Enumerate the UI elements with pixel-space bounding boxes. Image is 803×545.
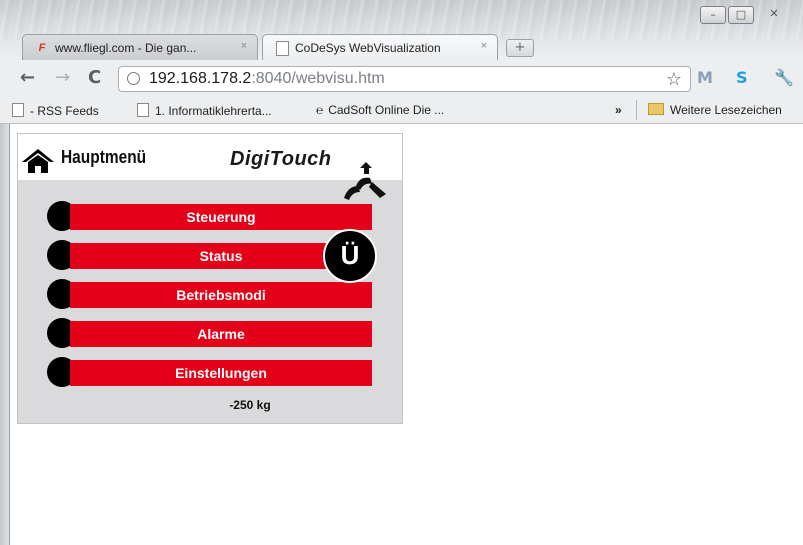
close-window-button[interactable]: ✕ [756,6,792,24]
bookmark-label: - RSS Feeds [30,104,99,118]
close-icon: ✕ [769,7,779,20]
bookmark-label: CadSoft Online Die ... [328,103,445,117]
address-path: :8040/webvisu.htm [251,70,385,87]
menu-button-steuerung[interactable]: Steuerung [70,204,372,230]
page-icon [137,103,149,117]
cadsoft-icon: ℮ [316,103,324,117]
new-tab-button[interactable]: + [506,39,534,57]
tab-close-icon[interactable]: × [241,40,247,52]
webvisu-panel: Hauptmenü DigiTouch Steuerung Status Bet… [17,133,403,424]
bookmark-star-icon[interactable]: ☆ [666,69,682,90]
bookmark-label: 1. Informatiklehrerta... [155,104,272,118]
menu-button-betriebsmodi[interactable]: Betriebsmodi [70,282,372,308]
address-host: 192.168.178.2 [149,70,252,87]
forward-button[interactable]: → [55,69,70,87]
skype-extension-icon[interactable]: S [736,68,748,88]
fliegl-favicon-icon: F [38,42,46,54]
wrench-menu-icon[interactable]: 🔧 [774,68,794,88]
digitouch-hand-icon [344,162,386,200]
bookmark-informatik[interactable]: 1. Informatiklehrerta... [137,103,272,118]
folder-icon [648,103,664,115]
tab-label: CoDeSys WebVisualization [295,41,441,55]
bookmark-label: Weitere Lesezeichen [670,103,782,117]
digitouch-logo: DigiTouch [230,148,332,170]
maximize-button[interactable]: □ [728,6,754,24]
bookmark-cadsoft[interactable]: ℮ CadSoft Online Die ... [316,103,444,117]
gmail-extension-icon[interactable]: M [697,68,713,88]
globe-icon [127,72,140,85]
minimize-button[interactable]: – [700,6,726,24]
bookmark-separator [636,100,637,120]
bookmarks-overflow-button[interactable]: » [615,103,622,117]
page-icon [12,103,24,117]
bookmarks-bar: - RSS Feeds 1. Informatiklehrerta... ℮ Ca… [0,96,803,124]
tab-label: www.fliegl.com - Die gan... [55,41,197,55]
main-menu-title[interactable]: Hauptmenü [61,147,146,168]
bookmark-rss-feeds[interactable]: - RSS Feeds [12,103,99,118]
tab-fliegl[interactable]: F www.fliegl.com - Die gan... × [22,34,258,60]
back-button[interactable]: ← [20,69,35,87]
tab-close-icon[interactable]: × [481,40,487,52]
tab-codesys[interactable]: CoDeSys WebVisualization × [262,34,498,60]
navigation-toolbar: ← → C 192.168.178.2:8040/webvisu.htm ☆ M… [0,62,803,96]
reload-button[interactable]: C [88,69,101,87]
home-icon[interactable] [21,148,55,174]
browser-titlebar: F www.fliegl.com - Die gan... × CoDeSys … [0,0,803,62]
weight-readout: -250 kg [229,398,271,412]
window-left-frame [0,124,9,545]
address-bar[interactable]: 192.168.178.2:8040/webvisu.htm ☆ [118,66,691,92]
menu-button-alarme[interactable]: Alarme [70,321,372,347]
address-text[interactable]: 192.168.178.2:8040/webvisu.htm [149,70,385,88]
minimize-icon: – [710,8,716,21]
menu-button-einstellungen[interactable]: Einstellungen [70,360,372,386]
bookmark-other-folder[interactable]: Weitere Lesezeichen [648,103,782,117]
page-favicon-icon [276,41,289,56]
overview-badge[interactable]: Ü [323,229,377,283]
maximize-icon: □ [735,8,747,21]
